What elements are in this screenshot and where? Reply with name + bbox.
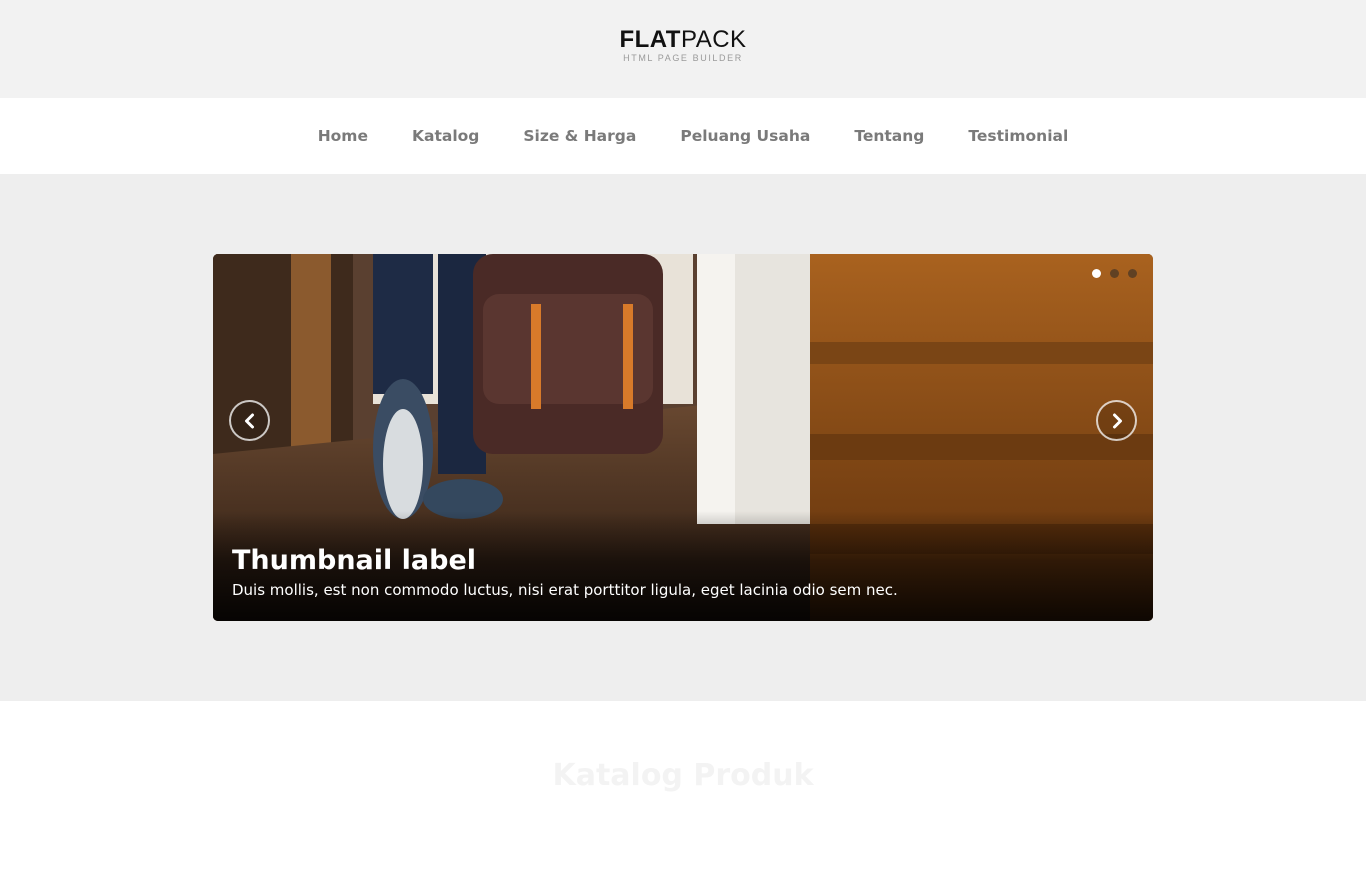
logo-wordmark: FLATPACK xyxy=(619,25,747,53)
nav-item-home[interactable]: Home xyxy=(296,127,390,145)
carousel-dot-3[interactable] xyxy=(1128,269,1137,278)
chevron-left-icon xyxy=(244,413,254,428)
nav-list: Home Katalog Size & Harga Peluang Usaha … xyxy=(296,127,1091,146)
carousel-dot-2[interactable] xyxy=(1110,269,1119,278)
section-title: Katalog Produk xyxy=(552,758,814,793)
main-nav: Home Katalog Size & Harga Peluang Usaha … xyxy=(0,98,1366,174)
image-carousel[interactable]: Thumbnail label Duis mollis, est non com… xyxy=(213,254,1153,621)
carousel-prev-button[interactable] xyxy=(229,400,270,441)
site-header: FLATPACK HTML PAGE BUILDER xyxy=(0,0,1366,98)
nav-item-size-harga[interactable]: Size & Harga xyxy=(501,127,658,145)
hero-section: Thumbnail label Duis mollis, est non com… xyxy=(0,174,1366,701)
slide-caption: Thumbnail label Duis mollis, est non com… xyxy=(213,511,1153,621)
logo-bold-text: FLAT xyxy=(619,25,681,53)
caption-text: Duis mollis, est non commodo luctus, nis… xyxy=(232,581,898,599)
chevron-right-icon xyxy=(1112,413,1122,428)
logo-light-text: PACK xyxy=(680,25,747,53)
nav-item-testimonial[interactable]: Testimonial xyxy=(946,127,1090,145)
carousel-next-button[interactable] xyxy=(1096,400,1137,441)
carousel-indicators xyxy=(1092,269,1137,278)
carousel-dot-1[interactable] xyxy=(1092,269,1101,278)
logo-tagline: HTML PAGE BUILDER xyxy=(623,52,743,63)
nav-item-tentang[interactable]: Tentang xyxy=(832,127,946,145)
caption-title: Thumbnail label xyxy=(232,545,477,576)
nav-item-katalog[interactable]: Katalog xyxy=(390,127,501,145)
catalog-section: Katalog Produk xyxy=(0,701,1366,793)
nav-item-peluang-usaha[interactable]: Peluang Usaha xyxy=(658,127,832,145)
logo[interactable]: FLATPACK HTML PAGE BUILDER xyxy=(619,25,747,63)
